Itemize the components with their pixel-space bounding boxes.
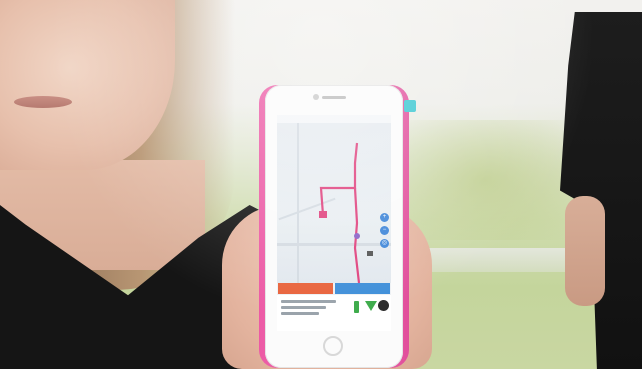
speaker-grille bbox=[322, 96, 346, 99]
map-view[interactable]: + − ◎ bbox=[277, 123, 391, 283]
second-person-arm bbox=[565, 196, 605, 306]
route-line bbox=[319, 142, 359, 216]
info-panel bbox=[277, 295, 391, 331]
route-path bbox=[319, 142, 373, 283]
battery-icon bbox=[354, 301, 359, 313]
record-icon[interactable] bbox=[378, 300, 389, 311]
camera-icon bbox=[313, 94, 319, 100]
zoom-out-icon[interactable]: − bbox=[380, 226, 389, 235]
background-foliage bbox=[395, 120, 575, 240]
zoom-in-icon[interactable]: + bbox=[380, 213, 389, 222]
map-pin-icon bbox=[367, 251, 373, 256]
route-position-marker bbox=[354, 233, 360, 239]
phone-screen: + − ◎ bbox=[277, 115, 391, 331]
woman-lips bbox=[14, 96, 72, 108]
info-line bbox=[281, 300, 336, 303]
status-bar bbox=[277, 115, 391, 123]
phone: + − ◎ bbox=[259, 85, 409, 368]
home-button[interactable] bbox=[323, 336, 343, 356]
right-action-button[interactable] bbox=[335, 283, 390, 294]
left-action-button[interactable] bbox=[278, 283, 333, 294]
phone-body: + − ◎ bbox=[265, 85, 403, 368]
info-line bbox=[281, 312, 319, 315]
signal-icon bbox=[365, 301, 377, 311]
info-text bbox=[281, 300, 341, 318]
route-start-marker bbox=[319, 211, 327, 218]
locate-icon[interactable]: ◎ bbox=[380, 239, 389, 248]
info-line bbox=[281, 306, 326, 309]
background-sign bbox=[404, 100, 416, 112]
photo: + − ◎ bbox=[0, 0, 642, 369]
